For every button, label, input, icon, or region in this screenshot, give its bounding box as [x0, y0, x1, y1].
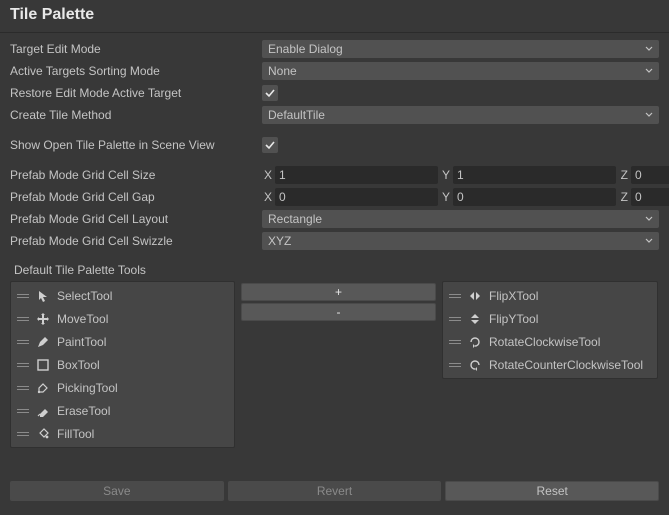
flipx-icon: [467, 289, 483, 303]
drag-handle-icon[interactable]: [449, 363, 461, 367]
dropdown-value: None: [268, 64, 297, 78]
flipy-icon: [467, 312, 483, 326]
dropdown-value: Enable Dialog: [268, 42, 343, 56]
label-create-tile-method: Create Tile Method: [10, 108, 262, 122]
tool-item-erasetool[interactable]: EraseTool: [11, 399, 234, 422]
tool-item-rotateclockwisetool[interactable]: RotateClockwiseTool: [443, 330, 657, 353]
drag-handle-icon[interactable]: [449, 294, 461, 298]
tool-label: MoveTool: [57, 312, 108, 326]
drag-handle-icon[interactable]: [17, 317, 29, 321]
move-icon: [35, 312, 51, 326]
tool-label: RotateCounterClockwiseTool: [489, 358, 643, 372]
axis-y-label: Y: [440, 190, 450, 204]
drag-handle-icon[interactable]: [17, 294, 29, 298]
axis-y-label: Y: [440, 168, 450, 182]
tool-label: FlipXTool: [489, 289, 538, 303]
tool-label: FillTool: [57, 427, 94, 441]
cell-gap-x[interactable]: [275, 188, 438, 206]
axis-z-label: Z: [618, 190, 628, 204]
label-cell-layout: Prefab Mode Grid Cell Layout: [10, 212, 262, 226]
label-cell-gap: Prefab Mode Grid Cell Gap: [10, 190, 262, 204]
axis-x-label: X: [262, 168, 272, 182]
paint-icon: [35, 335, 51, 349]
default-tools-list[interactable]: SelectTool MoveTool PaintTool BoxTool Pickin…: [10, 281, 235, 448]
drag-handle-icon[interactable]: [17, 340, 29, 344]
dropdown-cell-swizzle[interactable]: XYZ: [262, 232, 659, 250]
pick-icon: [35, 381, 51, 395]
tool-label: RotateClockwiseTool: [489, 335, 600, 349]
cell-size-z[interactable]: [631, 166, 669, 184]
tool-label: PickingTool: [57, 381, 118, 395]
tool-label: PaintTool: [57, 335, 106, 349]
rotccw-icon: [467, 358, 483, 372]
drag-handle-icon[interactable]: [17, 432, 29, 436]
cell-gap-z[interactable]: [631, 188, 669, 206]
select-icon: [35, 289, 51, 303]
tool-item-movetool[interactable]: MoveTool: [11, 307, 234, 330]
page-title: Tile Palette: [0, 0, 669, 33]
drag-handle-icon[interactable]: [17, 386, 29, 390]
checkbox-show-open-in-scene[interactable]: [262, 137, 278, 153]
tool-label: FlipYTool: [489, 312, 538, 326]
cell-size-x[interactable]: [275, 166, 438, 184]
label-restore-edit-mode: Restore Edit Mode Active Target: [10, 86, 262, 100]
save-button[interactable]: Save: [10, 481, 224, 501]
cell-size-y[interactable]: [453, 166, 616, 184]
rotcw-icon: [467, 335, 483, 349]
tool-item-rotatecounterclockwisetool[interactable]: RotateCounterClockwiseTool: [443, 353, 657, 376]
drag-handle-icon[interactable]: [17, 409, 29, 413]
label-active-targets-sorting: Active Targets Sorting Mode: [10, 64, 262, 78]
checkbox-restore-edit-mode[interactable]: [262, 85, 278, 101]
revert-button[interactable]: Revert: [228, 481, 442, 501]
reset-button[interactable]: Reset: [445, 481, 659, 501]
dropdown-value: DefaultTile: [268, 108, 325, 122]
label-target-edit-mode: Target Edit Mode: [10, 42, 262, 56]
erase-icon: [35, 404, 51, 418]
tool-item-filltool[interactable]: FillTool: [11, 422, 234, 445]
tool-item-pickingtool[interactable]: PickingTool: [11, 376, 234, 399]
cell-gap-y[interactable]: [453, 188, 616, 206]
fill-icon: [35, 427, 51, 441]
extra-tools-list[interactable]: FlipXTool FlipYTool RotateClockwiseTool Rot…: [442, 281, 658, 379]
tool-label: SelectTool: [57, 289, 112, 303]
drag-handle-icon[interactable]: [449, 340, 461, 344]
dropdown-value: Rectangle: [268, 212, 322, 226]
tools-section-title: Default Tile Palette Tools: [10, 261, 659, 279]
tool-item-painttool[interactable]: PaintTool: [11, 330, 234, 353]
dropdown-value: XYZ: [268, 234, 291, 248]
dropdown-target-edit-mode[interactable]: Enable Dialog: [262, 40, 659, 58]
label-show-open-in-scene: Show Open Tile Palette in Scene View: [10, 138, 262, 152]
label-cell-size: Prefab Mode Grid Cell Size: [10, 168, 262, 182]
drag-handle-icon[interactable]: [449, 317, 461, 321]
axis-z-label: Z: [618, 168, 628, 182]
drag-handle-icon[interactable]: [17, 363, 29, 367]
tool-item-flipytool[interactable]: FlipYTool: [443, 307, 657, 330]
dropdown-cell-layout[interactable]: Rectangle: [262, 210, 659, 228]
dropdown-active-targets-sorting[interactable]: None: [262, 62, 659, 80]
tool-item-flipxtool[interactable]: FlipXTool: [443, 284, 657, 307]
tool-label: BoxTool: [57, 358, 100, 372]
label-cell-swizzle: Prefab Mode Grid Cell Swizzle: [10, 234, 262, 248]
axis-x-label: X: [262, 190, 272, 204]
remove-tool-button[interactable]: -: [241, 303, 436, 321]
box-icon: [35, 358, 51, 372]
tool-item-boxtool[interactable]: BoxTool: [11, 353, 234, 376]
tool-item-selecttool[interactable]: SelectTool: [11, 284, 234, 307]
add-tool-button[interactable]: +: [241, 283, 436, 301]
tool-label: EraseTool: [57, 404, 110, 418]
dropdown-create-tile-method[interactable]: DefaultTile: [262, 106, 659, 124]
